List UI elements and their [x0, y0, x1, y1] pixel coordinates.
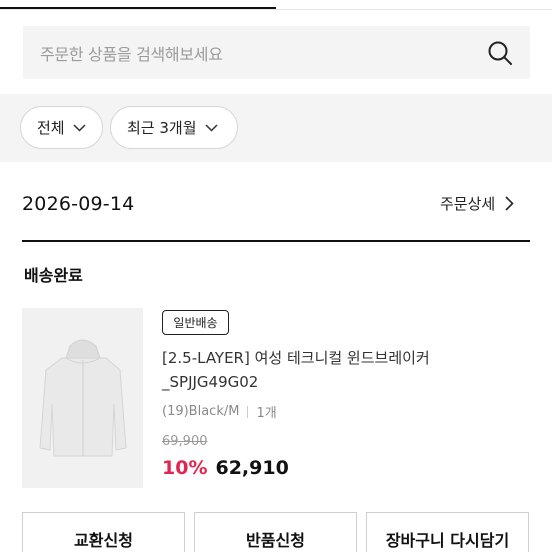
sale-price: 62,910 — [215, 457, 289, 479]
option-separator — [247, 405, 249, 418]
chevron-down-icon — [73, 123, 86, 132]
delivery-type-badge: 일반배송 — [162, 310, 229, 335]
filter-period-dropdown[interactable]: 최근 3개월 — [110, 106, 238, 149]
quantity: 1개 — [256, 406, 277, 421]
option-value: (19)Black/M — [162, 404, 240, 419]
sale-price-row: 10% 62,910 — [162, 457, 289, 479]
product-name[interactable]: [2.5-LAYER] 여성 테크니컬 윈드브레이커 _SPJJG49G02 — [162, 346, 512, 394]
discount-rate: 10% — [162, 457, 208, 479]
product-option: (19)Black/M 1개 — [162, 402, 277, 421]
search-placeholder: 주문한 상품을 검색해보세요 — [40, 45, 223, 64]
jacket-illustration — [22, 308, 143, 488]
search-icon[interactable] — [486, 39, 514, 67]
order-date: 2026-09-14 — [22, 193, 135, 215]
recart-label: 장바구니 다시담기 — [385, 531, 510, 550]
exchange-request-button[interactable]: 교환신청 — [22, 512, 185, 552]
search-input[interactable]: 주문한 상품을 검색해보세요 — [23, 26, 530, 79]
order-detail-label: 주문상세 — [440, 195, 496, 213]
order-divider — [22, 240, 530, 242]
filter-period-label: 최근 3개월 — [127, 119, 197, 137]
filter-bar: 전체 최근 3개월 — [0, 94, 552, 162]
chevron-right-icon — [505, 196, 514, 211]
order-detail-link[interactable]: 주문상세 — [440, 193, 514, 214]
product-image[interactable] — [22, 308, 143, 488]
filter-all-label: 전체 — [37, 119, 65, 137]
exchange-label: 교환신청 — [74, 531, 133, 550]
original-price: 69,900 — [162, 434, 208, 449]
return-request-button[interactable]: 반품신청 — [194, 512, 357, 552]
tab-divider — [0, 9, 552, 10]
return-label: 반품신청 — [246, 531, 305, 550]
filter-all-dropdown[interactable]: 전체 — [20, 106, 103, 149]
chevron-down-icon — [204, 123, 218, 132]
add-to-cart-again-button[interactable]: 장바구니 다시담기 — [366, 512, 529, 552]
delivery-status: 배송완료 — [24, 266, 83, 285]
